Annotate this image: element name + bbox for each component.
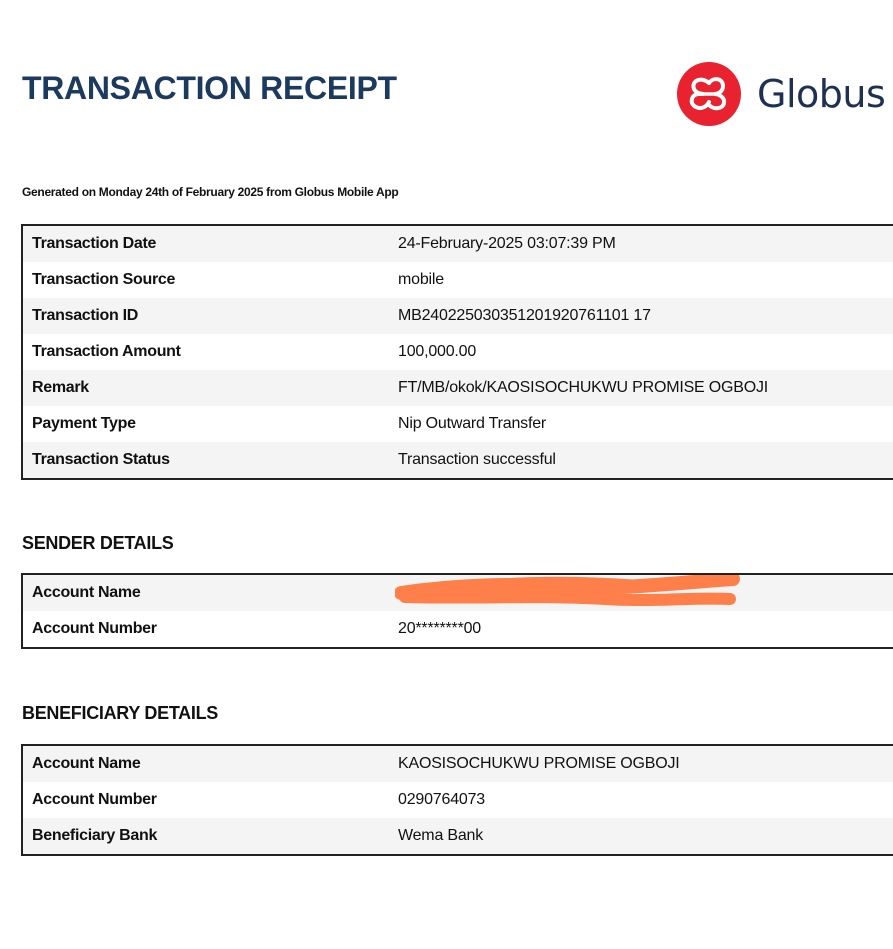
- generated-note: Generated on Monday 24th of February 202…: [22, 185, 399, 199]
- transaction-table: Transaction Date 24-February-2025 03:07:…: [21, 224, 893, 480]
- row-label: Transaction ID: [32, 307, 139, 324]
- table-row: Transaction Amount 100,000.00: [23, 334, 893, 370]
- row-label: Transaction Source: [32, 271, 176, 288]
- row-label: Transaction Amount: [32, 343, 181, 360]
- row-value: 100,000.00: [398, 343, 477, 360]
- row-label: Account Number: [32, 620, 157, 637]
- receipt-title: TRANSACTION RECEIPT: [22, 70, 397, 106]
- table-row: Transaction Status Transaction successfu…: [23, 442, 893, 478]
- row-label: Account Name: [32, 755, 141, 772]
- table-row: Payment Type Nip Outward Transfer: [23, 406, 893, 442]
- beneficiary-section-title: BENEFICIARY DETAILS: [22, 703, 218, 723]
- table-row: Transaction Date 24-February-2025 03:07:…: [23, 226, 893, 262]
- bank-logo: Globus B: [677, 60, 893, 128]
- row-value: KAOSISOCHUKWU PROMISE OGBOJI: [398, 755, 680, 772]
- row-label: Account Number: [32, 791, 157, 808]
- row-label: Beneficiary Bank: [32, 827, 158, 844]
- redaction-scribble: [395, 575, 740, 606]
- sender-section-title: SENDER DETAILS: [22, 533, 174, 553]
- row-value: 20********00: [398, 620, 482, 637]
- globus-logo-icon: [677, 62, 741, 126]
- row-value: 24-February-2025 03:07:39 PM: [398, 235, 616, 252]
- table-row: Remark FT/MB/okok/KAOSISOCHUKWU PROMISE …: [23, 370, 893, 406]
- row-value: Nip Outward Transfer: [398, 415, 547, 432]
- table-row: Account Number 0290764073: [23, 782, 893, 818]
- table-row: Transaction ID MB24022503035120192076110…: [23, 298, 893, 334]
- row-value: Wema Bank: [398, 827, 484, 844]
- table-row: Account Number 20********00: [23, 611, 893, 647]
- table-row: Beneficiary Bank Wema Bank: [23, 818, 893, 854]
- logo-wordmark: Globus B: [757, 72, 893, 116]
- row-value: FT/MB/okok/KAOSISOCHUKWU PROMISE OGBOJI: [398, 379, 769, 396]
- row-value: mobile: [398, 271, 444, 288]
- row-label: Remark: [32, 379, 89, 396]
- row-label: Account Name: [32, 584, 141, 601]
- table-row: Account Name KAOSISOCHUKWU PROMISE OGBOJ…: [23, 746, 893, 782]
- table-row: Transaction Source mobile: [23, 262, 893, 298]
- row-label: Payment Type: [32, 415, 136, 432]
- row-value: MB240225030351201920761101 17: [398, 307, 651, 324]
- row-label: Transaction Status: [32, 451, 170, 468]
- row-value: Transaction successful: [398, 451, 556, 468]
- row-value: 0290764073: [398, 791, 485, 808]
- row-label: Transaction Date: [32, 235, 157, 252]
- beneficiary-table: Account Name KAOSISOCHUKWU PROMISE OGBOJ…: [21, 744, 893, 856]
